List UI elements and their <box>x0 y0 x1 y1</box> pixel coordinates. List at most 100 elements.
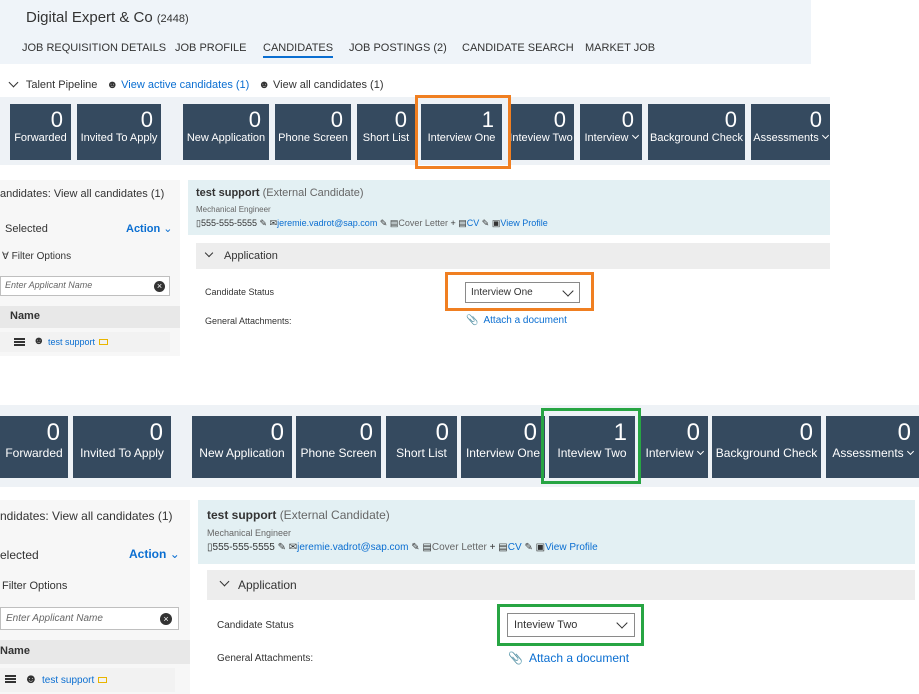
candidate-type: (External Candidate) <box>279 508 390 522</box>
tile-background-check[interactable]: 0 Background Check <box>648 104 745 160</box>
applicant-row[interactable]: ☻ test support <box>0 332 170 352</box>
edit-icon[interactable]: ✎ <box>278 542 286 553</box>
company-id: (2448) <box>156 13 189 25</box>
applicant-name: test support <box>48 337 96 347</box>
edit-icon[interactable]: ✎ <box>524 542 532 553</box>
person-icon: ☻ <box>33 335 45 347</box>
chevron-down-icon <box>204 248 214 258</box>
view-profile-link[interactable]: View Profile <box>545 542 598 553</box>
edit-icon[interactable]: ✎ <box>260 218 268 228</box>
tile-label: Interview One <box>465 446 541 460</box>
chevron-down-icon <box>906 447 914 456</box>
action-menu[interactable]: Action ⌄ <box>126 222 173 235</box>
candidate-email[interactable]: jeremie.vadrot@sap.com <box>297 542 408 553</box>
edit-icon[interactable]: ✎ <box>380 218 388 228</box>
tile-count: 0 <box>799 419 813 446</box>
attach-document-link[interactable]: 📎 Attach a document <box>466 315 567 326</box>
action-label: Action <box>126 223 161 235</box>
candidate-list-title: ndidates: View all candidates (1) <box>0 509 173 523</box>
tile-count: 0 <box>330 107 343 132</box>
tile-new-application[interactable]: 0 New Application <box>192 416 292 478</box>
flag-icon <box>98 677 108 683</box>
application-section-bar[interactable]: Application <box>196 243 830 269</box>
candidate-email[interactable]: jeremie.vadrot@sap.com <box>277 218 377 228</box>
applicant-name: test support <box>42 675 95 686</box>
tile-interview[interactable]: 0 Interview <box>640 416 708 478</box>
chevron-down-icon[interactable] <box>8 77 19 88</box>
applicant-name-link[interactable]: test support <box>48 337 109 347</box>
chevron-down-icon: ⌄ <box>163 223 173 235</box>
tile-count: 0 <box>149 419 163 446</box>
tile-label: Interview <box>584 132 629 144</box>
drag-handle-icon[interactable] <box>14 338 25 340</box>
view-profile-link[interactable]: View Profile <box>500 218 547 228</box>
filter-options-label[interactable]: Filter Options <box>2 580 67 592</box>
highlight-inteview-two-tile <box>541 408 641 484</box>
attach-document-link[interactable]: 📎 Attach a document <box>508 651 629 665</box>
tile-label: Interview <box>645 446 694 460</box>
tile-phone-screen[interactable]: 0 Phone Screen <box>275 104 351 160</box>
applicant-search-input[interactable]: Enter Applicant Name × <box>0 276 170 296</box>
add-icon[interactable]: + <box>490 542 496 553</box>
tile-label: Assessments <box>753 132 819 144</box>
tile-new-application[interactable]: 0 New Application <box>183 104 269 160</box>
highlight-interview-one-tile <box>415 95 511 169</box>
tile-interview[interactable]: 0 Interview <box>580 104 642 160</box>
tile-label: Invited To Apply <box>80 446 164 460</box>
selected-label: Selected <box>5 223 48 235</box>
cv-link[interactable]: CV <box>467 218 480 228</box>
tile-short-list[interactable]: 0 Short List <box>386 416 457 478</box>
tile-forwarded[interactable]: 0 Forwarded <box>10 104 71 160</box>
view-all-candidates-link[interactable]: View all candidates (1) <box>273 79 383 91</box>
tile-label: Inteview Two <box>509 132 573 144</box>
candidate-list-panel <box>0 180 180 356</box>
tile-count: 0 <box>359 419 373 446</box>
highlight-status-select <box>445 272 594 311</box>
candidate-phone: 555-555-5555 <box>212 542 275 553</box>
drag-handle-icon[interactable] <box>5 675 16 677</box>
mail-icon: ✉ <box>288 542 298 553</box>
tile-short-list[interactable]: 0 Short List <box>357 104 415 160</box>
tile-assessments[interactable]: 0 Assessments <box>826 416 919 478</box>
tab-market-job[interactable]: MARKET JOB <box>585 42 655 54</box>
applicant-name-link[interactable]: test support <box>42 675 108 686</box>
candidate-name: test support <box>196 187 260 199</box>
attach-document-label: Attach a document <box>528 651 630 665</box>
chevron-down-icon <box>821 131 829 140</box>
application-section-bar[interactable]: Application <box>207 570 915 600</box>
tile-invited-to-apply[interactable]: 0 Invited To Apply <box>77 104 161 160</box>
tab-candidates[interactable]: CANDIDATES <box>263 42 334 58</box>
tile-label: Phone Screen <box>300 446 377 460</box>
edit-icon[interactable]: ✎ <box>482 218 490 228</box>
tile-count: 0 <box>394 107 407 132</box>
tab-job-requisition-details[interactable]: JOB REQUISITION DETAILS <box>22 42 166 54</box>
filter-options[interactable]: ∀ Filter Options <box>2 251 71 262</box>
talent-pipeline-label: Talent Pipeline <box>25 79 98 91</box>
tile-assessments[interactable]: 0 Assessments <box>751 104 830 160</box>
tab-candidate-search[interactable]: CANDIDATE SEARCH <box>462 42 574 54</box>
tile-count: 0 <box>270 419 284 446</box>
applicant-row[interactable]: ☻ test support <box>0 668 175 692</box>
tile-inteview-two[interactable]: 0 Inteview Two <box>508 104 574 160</box>
tile-forwarded[interactable]: 0 Forwarded <box>0 416 68 478</box>
tile-count: 0 <box>897 419 911 446</box>
action-menu[interactable]: Action ⌄ <box>129 547 180 561</box>
tile-invited-to-apply[interactable]: 0 Invited To Apply <box>73 416 171 478</box>
application-section-title: Application <box>224 250 278 262</box>
applicant-search-input[interactable]: Enter Applicant Name × <box>0 607 179 630</box>
tile-label: Background Check <box>715 446 818 460</box>
view-active-candidates-link[interactable]: View active candidates (1) <box>121 79 249 91</box>
tab-job-profile[interactable]: JOB PROFILE <box>175 42 247 54</box>
tile-count: 0 <box>621 107 634 132</box>
tile-interview-one[interactable]: 0 Interview One <box>461 416 545 478</box>
tile-phone-screen[interactable]: 0 Phone Screen <box>296 416 381 478</box>
filter-icon: ∀ <box>2 251 9 262</box>
clear-icon[interactable]: × <box>160 613 172 625</box>
tile-background-check[interactable]: 0 Background Check <box>712 416 821 478</box>
add-icon[interactable]: + <box>450 218 455 228</box>
edit-icon[interactable]: ✎ <box>411 542 419 553</box>
clear-icon[interactable]: × <box>154 281 165 292</box>
candidate-role: Mechanical Engineer <box>207 528 292 538</box>
tab-job-postings[interactable]: JOB POSTINGS (2) <box>349 42 447 54</box>
cv-link[interactable]: CV <box>508 542 522 553</box>
